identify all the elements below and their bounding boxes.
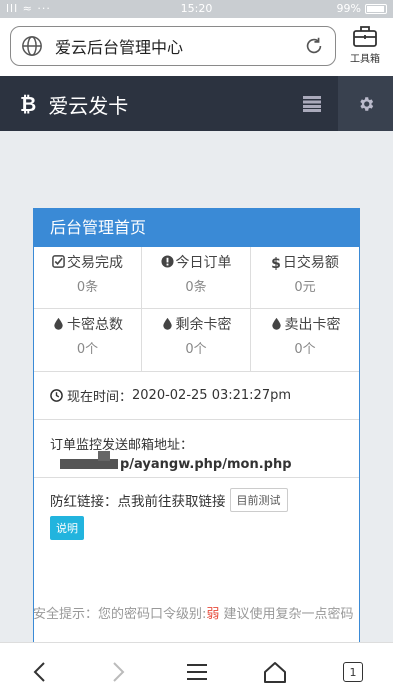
stat-completed-trades: 交易完成 0条 bbox=[34, 247, 142, 309]
hamburger-icon bbox=[187, 664, 207, 680]
hotlink-label[interactable]: 防红链接：点我前往获取链接 bbox=[50, 490, 226, 510]
mail-label: 订单监控发送邮箱地址： bbox=[50, 438, 194, 453]
home-icon bbox=[264, 662, 286, 683]
stat-remaining-cards: 剩余卡密 0个 bbox=[142, 309, 251, 371]
chevron-left-icon bbox=[33, 662, 45, 682]
page-title-text: 爱云后台管理中心 bbox=[55, 38, 184, 57]
admin-panel: 后台管理首页 交易完成 0条 今日订单 0条 $日交易额 0元 卡密总数 0个 bbox=[33, 208, 360, 648]
tabs-button[interactable]: 1 bbox=[338, 657, 368, 687]
toolbox-button[interactable]: 工具箱 bbox=[345, 24, 385, 65]
tab-count: 1 bbox=[343, 662, 363, 682]
status-right: 99% bbox=[337, 2, 387, 15]
browser-bottom-bar: 1 bbox=[0, 642, 393, 700]
status-bar: lll ≈ ··· 15:20 99% bbox=[0, 0, 393, 18]
forward-button[interactable] bbox=[104, 657, 134, 687]
tint-icon bbox=[271, 317, 281, 330]
chevron-right-icon bbox=[113, 662, 125, 682]
brand[interactable]: ₿ 爱云发卡 bbox=[20, 90, 128, 119]
toolbox-label: 工具箱 bbox=[350, 54, 380, 65]
stats-grid: 交易完成 0条 今日订单 0条 $ 日交易额 0元 卡密总数 0个 剩余卡密 0… bbox=[34, 247, 359, 372]
hotlink-row: 防红链接：点我前往获取链接 目前测试 说明 bbox=[34, 478, 359, 540]
dollar-icon: $ bbox=[271, 256, 281, 272]
settings-button[interactable] bbox=[338, 76, 393, 131]
info-button[interactable]: 说明 bbox=[50, 516, 84, 540]
check-square-icon bbox=[52, 255, 65, 268]
mail-url[interactable]: p/ayangw.php/mon.php bbox=[50, 451, 343, 472]
toolbox-icon bbox=[353, 26, 377, 47]
test-button[interactable]: 目前测试 bbox=[229, 488, 288, 512]
browser-bar: 爱云后台管理中心 工具箱 bbox=[0, 18, 393, 76]
time-label: 现在时间： bbox=[67, 390, 133, 405]
reload-icon[interactable] bbox=[303, 35, 325, 57]
current-time-row: 现在时间： 2020-02-25 03:21:27pm bbox=[34, 372, 359, 420]
exclamation-circle-icon bbox=[160, 255, 174, 268]
menu-nav-button[interactable] bbox=[182, 657, 212, 687]
stat-total-cards: 卡密总数 0个 bbox=[34, 309, 142, 371]
time-value: 2020-02-25 03:21:27pm bbox=[132, 388, 291, 403]
battery-percent: 99% bbox=[336, 2, 361, 15]
app-header: ₿ 爱云发卡 bbox=[0, 76, 393, 131]
home-button[interactable] bbox=[260, 657, 290, 687]
tint-icon bbox=[54, 317, 63, 330]
battery-icon bbox=[365, 3, 387, 14]
stat-daily-amount: $ 日交易额 0元 bbox=[251, 247, 359, 309]
menu-button[interactable] bbox=[286, 76, 338, 131]
bitcoin-icon: ₿ bbox=[20, 92, 37, 116]
globe-icon bbox=[22, 36, 42, 56]
stat-today-orders: 今日订单 0条 bbox=[142, 247, 251, 309]
tint-icon bbox=[162, 317, 172, 330]
stat-sold-cards: 卖出卡密 0个 bbox=[251, 309, 359, 371]
status-time: 15:20 bbox=[180, 2, 213, 15]
password-level: 弱 bbox=[206, 607, 220, 622]
redacted-block bbox=[98, 451, 110, 461]
gear-icon bbox=[359, 96, 373, 111]
security-warning: 安全提示：您的密码口令级别:弱 建议使用复杂一点密码 bbox=[33, 607, 354, 622]
brand-name: 爱云发卡 bbox=[48, 94, 129, 118]
clock-icon bbox=[50, 389, 63, 402]
address-bar[interactable]: 爱云后台管理中心 bbox=[10, 26, 336, 66]
panel-title: 后台管理首页 bbox=[34, 209, 359, 247]
back-button[interactable] bbox=[24, 657, 54, 687]
mail-monitor-row: 订单监控发送邮箱地址： p/ayangw.php/mon.php bbox=[34, 420, 359, 478]
list-icon bbox=[303, 95, 321, 112]
